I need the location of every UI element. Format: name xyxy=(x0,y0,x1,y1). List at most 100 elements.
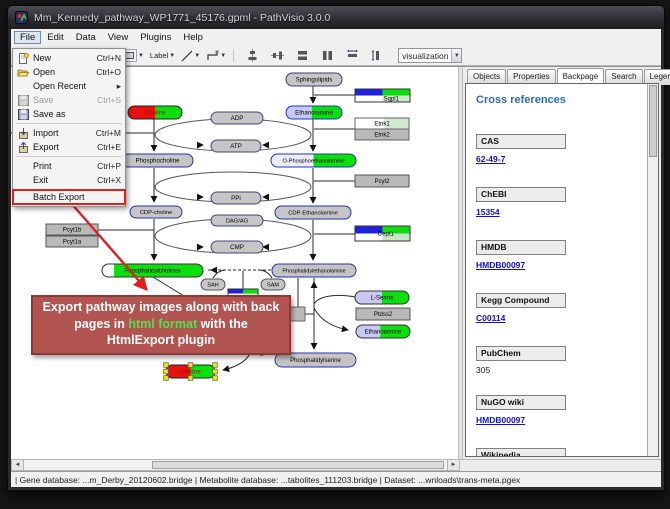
menu-view[interactable]: View xyxy=(102,31,134,44)
selection-handle[interactable] xyxy=(188,376,193,381)
node-o-phosphoethanolamine[interactable]: O-Phosphoethanolamine xyxy=(271,154,357,167)
menu-data[interactable]: Data xyxy=(70,31,102,44)
file-menu-item-export[interactable]: ExportCtrl+E xyxy=(13,140,125,154)
node-ethanolamine[interactable]: Ethanolamine xyxy=(356,325,411,338)
backpage-section-chebi: ChEBI15354 xyxy=(476,187,658,220)
node-choline[interactable]: Choline xyxy=(128,106,183,119)
node-sah[interactable]: SAH xyxy=(201,279,226,290)
node-adp[interactable]: ADP xyxy=(211,112,264,124)
node-choline[interactable]: Choline xyxy=(164,363,218,381)
node-sphingolipids[interactable]: Sphingolipids xyxy=(286,73,343,86)
chevron-down-icon[interactable]: ▼ xyxy=(138,53,144,59)
backpage-reference-link[interactable]: 15354 xyxy=(476,207,500,217)
scroll-right-icon[interactable]: ► xyxy=(447,460,459,470)
h-scrollbar-thumb[interactable] xyxy=(152,461,444,469)
node-dag-ag[interactable]: DAG/AG xyxy=(211,215,264,226)
node-pcyt2[interactable]: Pcyt2 xyxy=(355,175,410,187)
menu-item-label: New xyxy=(30,53,97,63)
callout-highlight: html format xyxy=(128,317,197,331)
menu-item-label: Import xyxy=(30,128,96,138)
selection-handle[interactable] xyxy=(213,363,218,368)
node-etnk2[interactable]: Etnk2 xyxy=(355,129,410,140)
node-label: Ethanolamine xyxy=(365,330,402,336)
file-menu-item-open-recent[interactable]: Open Recent▸ xyxy=(13,79,125,93)
file-menu-item-new[interactable]: NewCtrl+N xyxy=(13,51,125,65)
title-bar[interactable]: Mm_Kennedy_pathway_WP1771_45176.gpml - P… xyxy=(8,6,664,29)
node-cept1[interactable]: Cept1 xyxy=(355,226,410,241)
node-l-serine[interactable]: L-Serine xyxy=(355,291,410,304)
common-width-icon[interactable] xyxy=(346,49,359,62)
node-ptdss2[interactable]: Ptdss2 xyxy=(356,308,411,320)
file-menu-item-save[interactable]: SaveCtrl+S xyxy=(13,93,125,107)
node-atp[interactable]: ATP xyxy=(211,140,262,152)
status-bar: | Gene database: ...m_Derby_20120602.bri… xyxy=(11,471,661,487)
import-icon xyxy=(16,128,30,139)
menu-separator xyxy=(16,156,122,157)
node-ethanolamine[interactable]: Ethanolamine xyxy=(286,106,343,119)
node-cdp-ethanolamine[interactable]: CDP-Ethanolamine xyxy=(275,206,352,219)
node-label: Pcyt1a xyxy=(63,240,82,246)
file-menu-item-open[interactable]: OpenCtrl+O xyxy=(13,65,125,79)
node-sgpl1[interactable]: Sgpl1 xyxy=(355,89,410,102)
align-center-y-icon[interactable] xyxy=(271,49,284,62)
node-phosphatidylcholines[interactable]: Phosphatidylcholines xyxy=(102,264,204,277)
node-label: Etnk1 xyxy=(374,122,390,128)
chevron-down-icon[interactable]: ▼ xyxy=(169,53,175,59)
selection-handle[interactable] xyxy=(164,363,169,368)
visualization-combobox[interactable]: visualization ▼ xyxy=(398,48,462,63)
file-menu-item-batch-export[interactable]: Batch Export xyxy=(13,190,125,204)
panel-scrollbar-thumb[interactable] xyxy=(649,85,657,157)
backpage-section-header: CAS xyxy=(476,134,566,149)
menu-item-label: Batch Export xyxy=(30,192,121,202)
node-sam[interactable]: SAM xyxy=(261,279,286,290)
connector-tool-button[interactable]: ▼ xyxy=(205,50,227,62)
backpage-reference-link[interactable]: HMDB00097 xyxy=(476,260,525,270)
menu-item-shortcut: Ctrl+N xyxy=(97,53,121,63)
stack-horizontal-icon[interactable] xyxy=(321,49,334,62)
backpage-reference-link[interactable]: C00114 xyxy=(476,313,505,323)
node-ppi[interactable]: PPi xyxy=(211,192,262,204)
chevron-down-icon[interactable]: ▼ xyxy=(194,53,200,59)
file-menu-item-exit[interactable]: ExitCtrl+X xyxy=(13,173,125,187)
label-tool-button[interactable]: Label ▼ xyxy=(149,51,176,60)
stack-vertical-icon[interactable] xyxy=(296,49,309,62)
node-pcyt1b[interactable]: Pcyt1b xyxy=(46,224,99,235)
file-menu-item-save-as[interactable]: Save as xyxy=(13,107,125,121)
selection-handle[interactable] xyxy=(188,363,193,368)
backpage-section-header: PubChem xyxy=(476,346,566,361)
status-text: | Gene database: ...m_Derby_20120602.bri… xyxy=(15,475,520,485)
panel-scrollbar[interactable] xyxy=(647,84,658,456)
selection-handle[interactable] xyxy=(164,376,169,381)
node-phosphatidylethanolamine[interactable]: Phosphatidylethanolamine xyxy=(272,264,357,277)
chevron-down-icon[interactable]: ▼ xyxy=(220,53,226,59)
node-phosphatidylserine[interactable]: Phosphatidylserine xyxy=(275,353,357,367)
node-etnk1[interactable]: Etnk1 xyxy=(355,118,410,129)
backpage-reference-link[interactable]: HMDB00097 xyxy=(476,415,525,425)
align-center-x-icon[interactable] xyxy=(246,49,259,62)
common-height-icon[interactable] xyxy=(371,49,384,62)
node-cmp[interactable]: CMP xyxy=(211,241,264,253)
menu-item-label: Save xyxy=(30,95,97,105)
node-cdp-choline[interactable]: CDP-choline xyxy=(130,206,183,218)
selection-handle[interactable] xyxy=(164,369,169,374)
file-menu-item-print[interactable]: PrintCtrl+P xyxy=(13,159,125,173)
backpage-reference-link[interactable]: 62-49-7 xyxy=(476,154,505,164)
node-label: Ptdss2 xyxy=(374,312,393,318)
chevron-down-icon[interactable]: ▼ xyxy=(451,49,461,62)
menu-edit[interactable]: Edit xyxy=(41,31,69,44)
menu-plugins[interactable]: Plugins xyxy=(134,31,177,44)
node-gene-box[interactable] xyxy=(289,307,306,321)
node-phosphocholine[interactable]: Phosphocholine xyxy=(122,154,194,167)
scroll-left-icon[interactable]: ◄ xyxy=(12,460,24,470)
line-tool-button[interactable]: ▼ xyxy=(180,50,201,62)
menu-help[interactable]: Help xyxy=(177,31,209,44)
menu-item-label: Print xyxy=(30,161,97,171)
canvas-h-scrollbar[interactable]: ◄ ► xyxy=(11,459,460,471)
file-menu-item-import[interactable]: ImportCtrl+M xyxy=(13,126,125,140)
toolbar-separator xyxy=(233,49,234,62)
node-pcyt1a[interactable]: Pcyt1a xyxy=(46,236,99,247)
selection-handle[interactable] xyxy=(213,369,218,374)
menu-file[interactable]: File xyxy=(14,31,41,44)
selection-handle[interactable] xyxy=(213,376,218,381)
connector-tool-icon xyxy=(206,50,219,62)
